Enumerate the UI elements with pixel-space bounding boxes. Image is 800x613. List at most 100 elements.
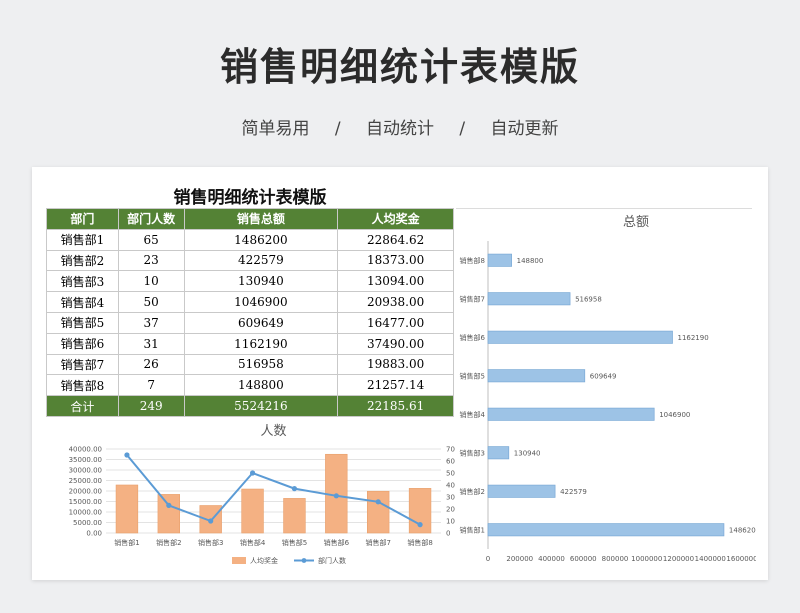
table-row: 销售部4 50 1046900 20938.00 — [46, 291, 454, 313]
table-cell[interactable]: 19883.00 — [337, 353, 454, 376]
table-cell[interactable]: 1046900 — [183, 291, 339, 313]
line-point-4 — [249, 470, 256, 476]
y-tick-label: 销售部5 — [460, 371, 485, 380]
table-cell[interactable]: 22864.62 — [337, 228, 454, 251]
table-cell[interactable]: 销售部8 — [46, 374, 119, 397]
table-cell[interactable]: 7 — [117, 374, 185, 397]
column-header[interactable]: 人均奖金 — [337, 208, 454, 230]
x-tick-label: 1000000 — [631, 555, 662, 563]
y-tick-label: 销售部3 — [460, 448, 485, 457]
headcount-bonus-chart: 人数 0.00 5000.00 10000.00 15000.00 20000.00 250… — [69, 424, 455, 565]
table-cell[interactable]: 销售部6 — [46, 332, 119, 355]
feature-easy: 简单易用 — [241, 119, 310, 139]
bar-8 — [487, 253, 512, 267]
table-cell[interactable]: 422579 — [183, 249, 339, 272]
table-cell[interactable]: 609649 — [183, 311, 339, 334]
y-left-tick-label: 20000.00 — [69, 488, 102, 496]
feature-list: 简单易用 / 自动统计 / 自动更新 — [0, 114, 800, 139]
chart-title: 人数 — [260, 424, 286, 439]
table-cell[interactable]: 26 — [117, 353, 185, 376]
table-cell[interactable]: 16477.00 — [337, 311, 454, 334]
table-cell[interactable]: 37 — [117, 311, 185, 334]
page-title: 销售明细统计表模版 — [219, 45, 580, 89]
table-cell[interactable]: 销售部4 — [46, 291, 119, 313]
data-label: 130940 — [514, 449, 541, 457]
table-cell[interactable]: 20938.00 — [337, 291, 454, 313]
table-cell[interactable]: 21257.14 — [337, 374, 454, 397]
table-cell[interactable]: 130940 — [183, 270, 339, 293]
table-cell[interactable]: 10 — [117, 270, 185, 293]
x-tick-label: 销售部4 — [240, 538, 266, 547]
x-tick-label: 销售部3 — [198, 538, 223, 547]
legend-label-headcount: 部门人数 — [318, 556, 346, 565]
sales-total-chart: 总额 1486200 销售部1 422579 销售部2 130940 销售部3 1046900… — [460, 215, 756, 563]
column-header[interactable]: 部门人数 — [117, 208, 185, 230]
table-cell[interactable]: 516958 — [183, 353, 339, 376]
total-cell[interactable]: 5524216 — [183, 395, 339, 417]
y-right-tick-label: 60 — [446, 458, 455, 466]
total-row: 合计 249 5524216 22185.61 — [46, 395, 454, 417]
bar-7 — [366, 490, 390, 534]
feature-auto-stat: 自动统计 — [366, 119, 434, 139]
y-right-tick-label: 30 — [446, 494, 455, 502]
data-label: 148800 — [517, 257, 544, 265]
y-tick-label: 销售部2 — [460, 487, 485, 496]
table-cell[interactable]: 23 — [117, 249, 185, 272]
y-left-tick-label: 10000.00 — [69, 509, 102, 517]
x-tick-label: 600000 — [570, 555, 597, 563]
y-left-tick-label: 0.00 — [86, 530, 102, 538]
bar-4 — [487, 407, 655, 421]
data-label: 516958 — [575, 295, 602, 303]
table-cell[interactable]: 1486200 — [183, 228, 339, 251]
table-row: 销售部7 26 516958 19883.00 — [46, 353, 454, 376]
line-point-2 — [166, 502, 172, 508]
table-cell[interactable]: 148800 — [183, 374, 339, 397]
table-row: 销售部3 10 130940 13094.00 — [46, 270, 454, 293]
legend-label-bonus: 人均奖金 — [250, 556, 278, 565]
line-point-8 — [417, 522, 423, 528]
bar-3 — [487, 446, 510, 460]
line-point-7 — [375, 499, 381, 505]
y-right-tick-label: 50 — [446, 470, 455, 478]
table-cell[interactable]: 50 — [117, 291, 185, 313]
table-cell[interactable]: 31 — [117, 332, 185, 355]
table-row: 销售部5 37 609649 16477.00 — [46, 311, 454, 334]
x-tick-label: 销售部1 — [114, 538, 139, 547]
y-right-tick-label: 0 — [446, 530, 450, 538]
x-tick-label: 200000 — [506, 555, 533, 563]
x-tick-label: 400000 — [538, 555, 565, 563]
table-row: 销售部8 7 148800 21257.14 — [46, 374, 454, 397]
table-cell[interactable]: 13094.00 — [337, 270, 454, 293]
column-header[interactable]: 部门 — [46, 208, 119, 230]
total-cell[interactable]: 22185.61 — [337, 395, 454, 417]
data-label: 1486200 — [729, 526, 756, 534]
table-cell[interactable]: 销售部2 — [46, 249, 119, 272]
table-cell[interactable]: 1162190 — [183, 332, 339, 355]
total-cell[interactable]: 249 — [117, 395, 185, 417]
table-cell[interactable]: 销售部1 — [46, 228, 119, 251]
table-cell[interactable]: 65 — [117, 228, 185, 251]
table-cell[interactable]: 18373.00 — [337, 249, 454, 272]
table-cell[interactable]: 销售部7 — [46, 353, 119, 376]
feature-auto-update: 自动更新 — [490, 119, 559, 139]
data-label: 1046900 — [659, 411, 690, 419]
y-right-tick-label: 70 — [446, 446, 455, 454]
line-point-3 — [208, 518, 214, 524]
bar-2 — [157, 494, 181, 534]
table-cell[interactable]: 销售部3 — [46, 270, 119, 293]
sheet-title: 销售明细统计表模版 — [173, 188, 327, 208]
x-tick-label: 0 — [486, 555, 490, 563]
table-row: 销售部2 23 422579 18373.00 — [46, 249, 454, 272]
bar-5 — [487, 369, 586, 383]
y-left-tick-label: 40000.00 — [69, 446, 102, 454]
x-tick-label: 1600000 — [726, 555, 756, 563]
table-cell[interactable]: 37490.00 — [337, 332, 454, 355]
y-tick-label: 销售部7 — [460, 294, 485, 303]
column-header[interactable]: 销售总额 — [183, 208, 339, 230]
legend-marker-headcount — [301, 558, 307, 563]
table-cell[interactable]: 销售部5 — [46, 311, 119, 334]
x-tick-label: 销售部7 — [365, 538, 390, 547]
x-tick-label: 1400000 — [695, 555, 726, 563]
table-row: 销售部1 65 1486200 22864.62 — [46, 228, 454, 251]
total-cell[interactable]: 合计 — [46, 395, 119, 417]
